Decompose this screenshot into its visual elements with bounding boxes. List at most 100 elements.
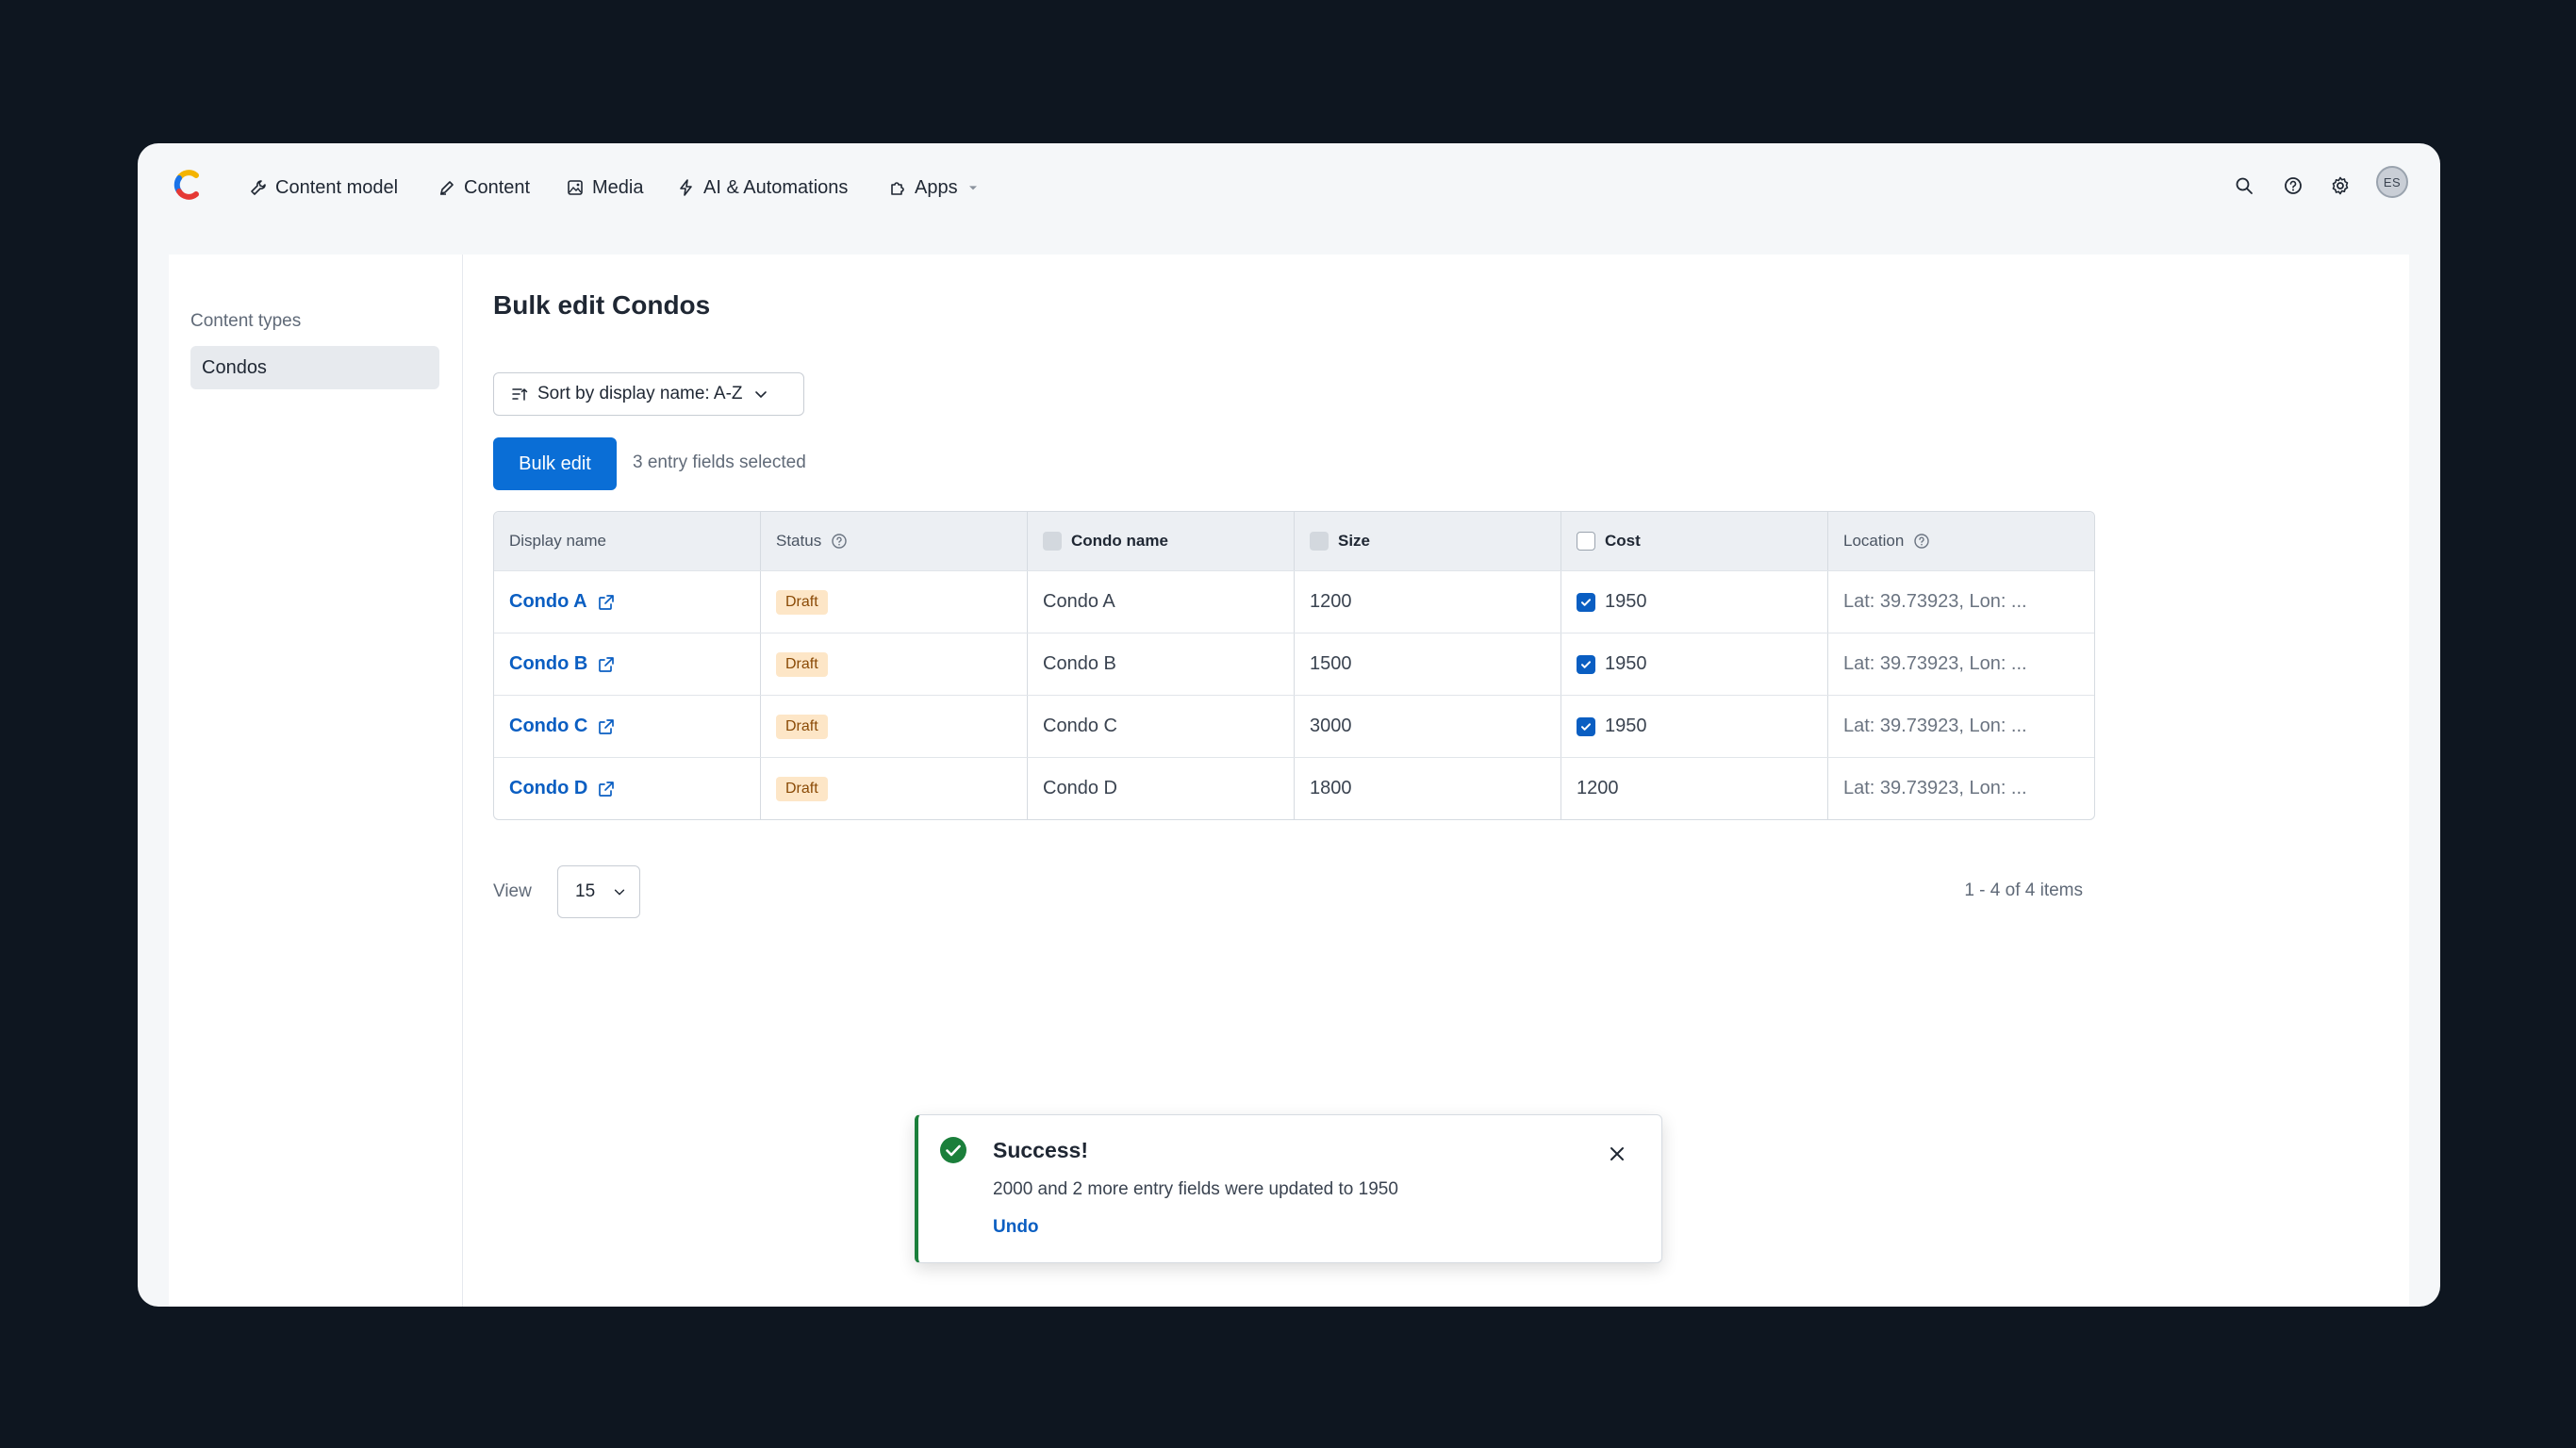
top-navigation: Content model Content Media AI & Automat… [138, 143, 2440, 251]
column-header-label: Status [776, 532, 822, 550]
display-name-cell[interactable]: Condo C [494, 696, 761, 757]
column-header-label: Size [1338, 532, 1371, 550]
entry-link[interactable]: Condo B [509, 653, 587, 675]
location-cell[interactable]: Lat: 39.73923, Lon: ... [1828, 758, 2094, 819]
image-icon [568, 180, 583, 195]
status-cell: Draft [761, 758, 1028, 819]
cost-cell[interactable]: 1950 [1561, 696, 1828, 757]
sidebar-heading: Content types [190, 311, 302, 331]
column-header-display-name: Display name [494, 512, 761, 570]
column-checkbox[interactable] [1577, 532, 1595, 551]
column-header-label: Condo name [1071, 532, 1168, 550]
page-size-value: 15 [575, 881, 596, 901]
entry-link[interactable]: Condo C [509, 716, 587, 737]
display-name-cell[interactable]: Condo A [494, 571, 761, 633]
size-cell[interactable]: 1200 [1295, 571, 1561, 633]
status-cell: Draft [761, 634, 1028, 695]
table-header: Display name Status Condo name Size Cost… [494, 512, 2094, 570]
nav-ai-automations[interactable]: AI & Automations [677, 172, 848, 204]
sidebar-item-condos[interactable]: Condos [190, 346, 439, 389]
status-cell: Draft [761, 696, 1028, 757]
external-link-icon[interactable] [597, 655, 616, 674]
nav-apps[interactable]: Apps [888, 172, 981, 204]
entries-table: Display name Status Condo name Size Cost… [493, 511, 2095, 820]
chevron-down-icon [614, 889, 625, 896]
condo-name-cell[interactable]: Condo B [1028, 634, 1295, 695]
nav-label: Apps [915, 176, 958, 198]
gear-icon [2332, 176, 2349, 195]
nav-label: Content [464, 176, 531, 198]
search-button[interactable] [2225, 167, 2263, 205]
nav-content[interactable]: Content [438, 172, 530, 204]
page-title: Bulk edit Condos [493, 290, 711, 320]
status-badge: Draft [776, 589, 828, 615]
location-cell[interactable]: Lat: 39.73923, Lon: ... [1828, 571, 2094, 633]
page-size-select[interactable]: 15 [557, 865, 640, 918]
help-button[interactable] [2274, 167, 2312, 205]
external-link-icon[interactable] [597, 780, 616, 798]
status-badge: Draft [776, 776, 828, 801]
chevron-down-icon [754, 391, 767, 399]
cell-checkbox[interactable] [1577, 654, 1595, 674]
size-cell[interactable]: 1800 [1295, 758, 1561, 819]
size-cell[interactable]: 3000 [1295, 696, 1561, 757]
success-toast: Success! 2000 and 2 more entry fields we… [915, 1114, 1662, 1263]
help-circle-icon[interactable] [1913, 533, 1930, 550]
table-row: Condo D Draft Condo D 1800 1200 Lat: 39.73923… [494, 757, 2094, 819]
help-circle-icon[interactable] [831, 533, 848, 550]
cost-value: 1950 [1605, 716, 1647, 736]
column-checkbox [1310, 532, 1329, 551]
toast-title: Success! [993, 1138, 1089, 1162]
status-badge: Draft [776, 651, 828, 677]
caret-down-icon [968, 186, 977, 190]
column-header-label: Location [1843, 532, 1905, 550]
selection-count: 3 entry fields selected [633, 452, 806, 472]
condo-name-cell[interactable]: Condo D [1028, 758, 1295, 819]
sort-label: Sort by display name: A-Z [537, 384, 743, 403]
table-row: Condo B Draft Condo B 1500 1950 Lat: 39.73923… [494, 633, 2094, 695]
settings-button[interactable] [2321, 167, 2359, 205]
column-checkbox [1043, 532, 1062, 551]
cost-cell[interactable]: 1200 [1561, 758, 1828, 819]
view-label: View [493, 881, 532, 901]
entry-link[interactable]: Condo D [509, 778, 587, 799]
location-cell[interactable]: Lat: 39.73923, Lon: ... [1828, 696, 2094, 757]
column-header-condo-name: Condo name [1028, 512, 1295, 570]
column-header-location: Location [1828, 512, 2094, 570]
cost-cell[interactable]: 1950 [1561, 634, 1828, 695]
column-header-cost: Cost [1561, 512, 1828, 570]
location-cell[interactable]: Lat: 39.73923, Lon: ... [1828, 634, 2094, 695]
cost-value: 1200 [1577, 778, 1619, 798]
user-avatar[interactable]: ES [2376, 166, 2408, 198]
column-header-label: Display name [509, 532, 606, 550]
close-icon[interactable] [1607, 1144, 1627, 1164]
display-name-cell[interactable]: Condo B [494, 634, 761, 695]
nav-label: Media [592, 176, 644, 198]
entry-link[interactable]: Condo A [509, 591, 587, 613]
cost-value: 1950 [1605, 653, 1647, 674]
sort-dropdown[interactable]: Sort by display name: A-Z [493, 372, 804, 416]
display-name-cell[interactable]: Condo D [494, 758, 761, 819]
status-badge: Draft [776, 714, 828, 739]
external-link-icon[interactable] [597, 717, 616, 736]
cost-cell[interactable]: 1950 [1561, 571, 1828, 633]
nav-media[interactable]: Media [566, 172, 643, 204]
table-body: Condo A Draft Condo A 1200 1950 Lat: 39.73923… [494, 570, 2094, 819]
size-cell[interactable]: 1500 [1295, 634, 1561, 695]
condo-name-cell[interactable]: Condo A [1028, 571, 1295, 633]
wrench-icon [251, 180, 266, 195]
cell-checkbox[interactable] [1577, 716, 1595, 736]
table-row: Condo C Draft Condo C 3000 1950 Lat: 39.73923… [494, 695, 2094, 757]
condo-name-cell[interactable]: Condo C [1028, 696, 1295, 757]
nav-content-model[interactable]: Content model [249, 172, 398, 204]
bulk-edit-button[interactable]: Bulk edit [493, 437, 617, 490]
column-header-status: Status [761, 512, 1028, 570]
undo-link[interactable]: Undo [993, 1217, 1039, 1238]
help-icon [2285, 177, 2302, 194]
puzzle-icon [891, 182, 904, 195]
cost-value: 1950 [1605, 591, 1647, 612]
external-link-icon[interactable] [597, 593, 616, 612]
cell-checkbox[interactable] [1577, 592, 1595, 612]
sidebar: Content types Condos [169, 255, 463, 1307]
contentful-logo-icon[interactable] [172, 168, 206, 202]
